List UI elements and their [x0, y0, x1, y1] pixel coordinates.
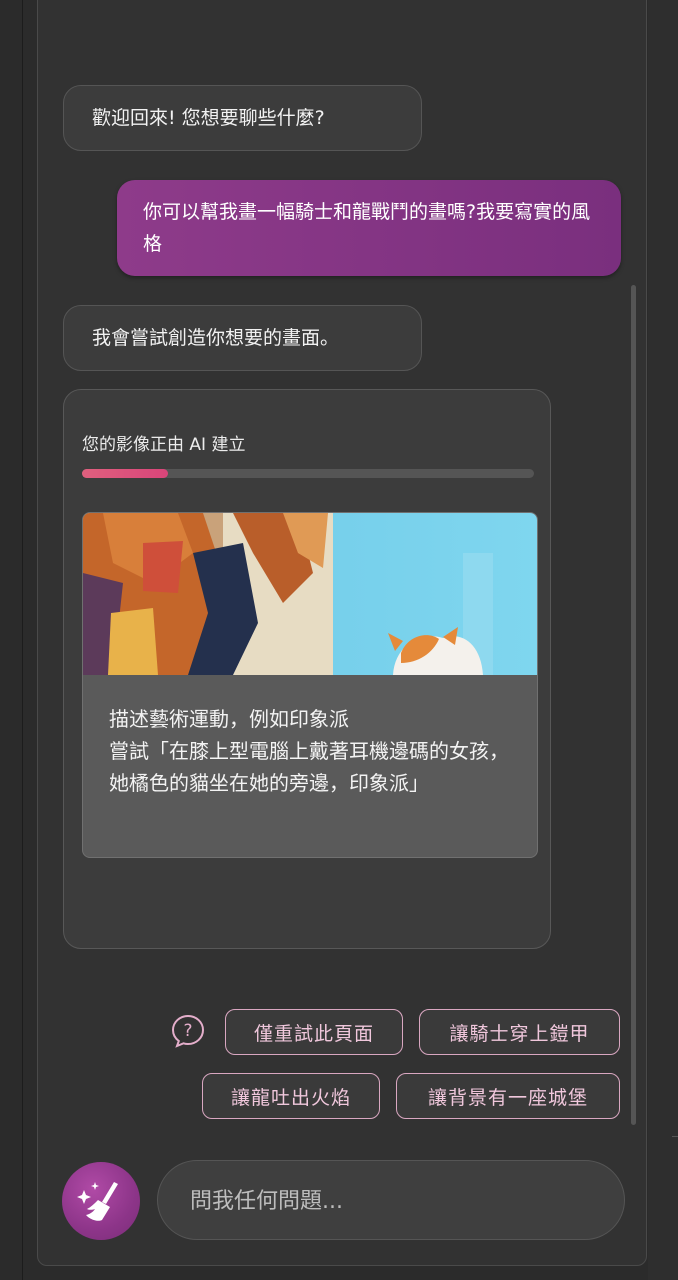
svg-text:?: ? [183, 1021, 192, 1041]
chat-scrollbar[interactable] [631, 285, 636, 1125]
question-bubble-icon[interactable]: ? [171, 1014, 205, 1048]
right-edge [648, 0, 678, 1280]
tip-example: 嘗試「在膝上型電腦上戴著耳機邊碼的女孩，她橘色的貓坐在她的旁邊，印象派」 [109, 739, 509, 795]
tip-text: 描述藝術運動，例如印象派 嘗試「在膝上型電腦上戴著耳機邊碼的女孩，她橘色的貓坐在… [109, 703, 519, 799]
new-topic-button[interactable] [62, 1162, 140, 1240]
suggestion-chip-fire[interactable]: 讓龍吐出火焰 [202, 1073, 380, 1119]
chat-input-container [157, 1160, 625, 1241]
bot-message-reply-text: 我會嘗試創造你想要的畫面。 [92, 327, 340, 349]
suggestion-chip-label: 讓騎士穿上鎧甲 [449, 1022, 590, 1045]
suggestion-chip-retry[interactable]: 僅重試此頁面 [225, 1009, 403, 1055]
sample-artwork-image [83, 513, 537, 675]
user-message-text: 你可以幫我畫一幅騎士和龍戰鬥的畫嗎?我要寫實的風格 [143, 201, 591, 255]
suggestion-chip-armor[interactable]: 讓騎士穿上鎧甲 [419, 1009, 620, 1055]
bot-message-welcome-text: 歡迎回來! 您想要聊些什麼? [92, 107, 325, 129]
user-message: 你可以幫我畫一幅騎士和龍戰鬥的畫嗎?我要寫實的風格 [117, 180, 621, 276]
suggestion-chip-label: 僅重試此頁面 [253, 1022, 374, 1045]
bot-message-welcome: 歡迎回來! 您想要聊些什麼? [63, 85, 422, 151]
tip-card: 描述藝術運動，例如印象派 嘗試「在膝上型電腦上戴著耳機邊碼的女孩，她橘色的貓坐在… [82, 512, 538, 858]
left-divider [22, 0, 23, 1280]
right-divider-tick [672, 1136, 678, 1137]
image-generation-card: 您的影像正由 AI 建立 描述藝術運動，例如印象派 嘗試「在膝上型電腦上戴著耳機… [63, 389, 551, 949]
progress-bar-fill [82, 469, 168, 478]
broom-sparkle-icon [77, 1182, 118, 1221]
progress-bar [82, 469, 534, 478]
bot-message-reply: 我會嘗試創造你想要的畫面。 [63, 305, 422, 371]
suggestion-chip-castle[interactable]: 讓背景有一座城堡 [396, 1073, 620, 1119]
generation-status: 您的影像正由 AI 建立 [82, 435, 246, 455]
chat-input[interactable] [188, 1161, 592, 1241]
app-window: 歡迎回來! 您想要聊些什麼? 你可以幫我畫一幅騎士和龍戰鬥的畫嗎?我要寫實的風格… [0, 0, 678, 1280]
suggestion-chip-label: 讓龍吐出火焰 [230, 1086, 351, 1109]
tip-heading: 描述藝術運動，例如印象派 [109, 707, 349, 731]
suggestion-chip-label: 讓背景有一座城堡 [427, 1086, 588, 1109]
